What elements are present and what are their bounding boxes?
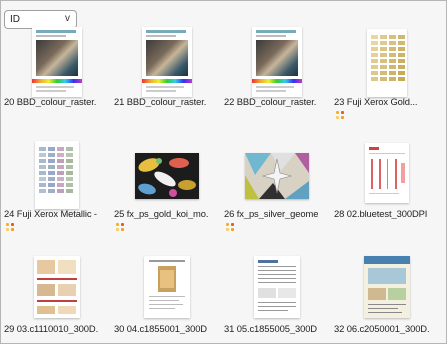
thumbnail-item[interactable]: 31 05.c1855005_300D [224,248,329,348]
document-thumbnail [143,256,190,318]
spot-color-icon [116,223,126,231]
thumbnail-item[interactable]: 24 Fuji Xerox Metallic - [4,133,109,233]
swatch-chart-thumbnail [34,141,79,209]
thumbnail-item[interactable]: 28 02.bluetest_300DPI [334,133,439,233]
thumbnail-item[interactable]: 32 06.c2050001_300D. [334,248,439,348]
thumbnail-item[interactable]: 21 BBD_colour_raster. [114,21,219,121]
thumbnail-label: 29 03.c1110010_300D. [4,323,99,334]
thumbnail-label: 31 05.c1855005_300D [224,323,317,334]
thumbnail-label: 23 Fuji Xerox Gold... [334,96,418,107]
thumbnail-label: 22 BBD_colour_raster. [224,96,317,107]
thumbnail-item[interactable]: 30 04.c1855001_300D [114,248,219,348]
thumbnail-label: 26 fx_ps_silver_geome [224,208,319,219]
thumbnail-label: 30 04.c1855001_300D [114,323,207,334]
thumbnail-label: 20 BBD_colour_raster. [4,96,97,107]
thumbnail-panel: ID v 20 BBD_colour_raster. 21 BBD_colour… [0,0,447,344]
thumbnail-item[interactable]: 22 BBD_colour_raster. [224,21,329,121]
document-thumbnail [33,256,80,318]
thumbnail-label: 28 02.bluetest_300DPI [334,208,428,219]
swatch-chart-thumbnail [366,29,407,97]
spot-color-icon [226,223,236,231]
thumbnail-item[interactable]: 23 Fuji Xerox Gold... [334,21,439,121]
thumbnail-item[interactable]: 29 03.c1110010_300D. [4,248,109,348]
document-thumbnail [364,143,409,203]
thumbnail-item[interactable]: 20 BBD_colour_raster. [4,21,109,121]
koi-artwork-thumbnail [134,153,199,199]
thumbnail-label: 32 06.c2050001_300D. [334,323,430,334]
spot-color-icon [336,111,346,119]
thumbnail-label: 25 fx_ps_gold_koi_mo. [114,208,209,219]
document-thumbnail [363,256,410,318]
thumbnail-item[interactable]: 26 fx_ps_silver_geome [224,133,329,233]
document-thumbnail [253,256,300,318]
geometric-artwork-thumbnail [244,153,309,199]
thumbnail-label: 21 BBD_colour_raster. [114,96,207,107]
thumbnail-item[interactable]: 25 fx_ps_gold_koi_mo. [114,133,219,233]
document-thumbnail [31,27,82,97]
document-thumbnail [251,27,302,97]
document-thumbnail [141,27,192,97]
thumbnail-label: 24 Fuji Xerox Metallic - [4,208,97,219]
spot-color-icon [6,223,16,231]
